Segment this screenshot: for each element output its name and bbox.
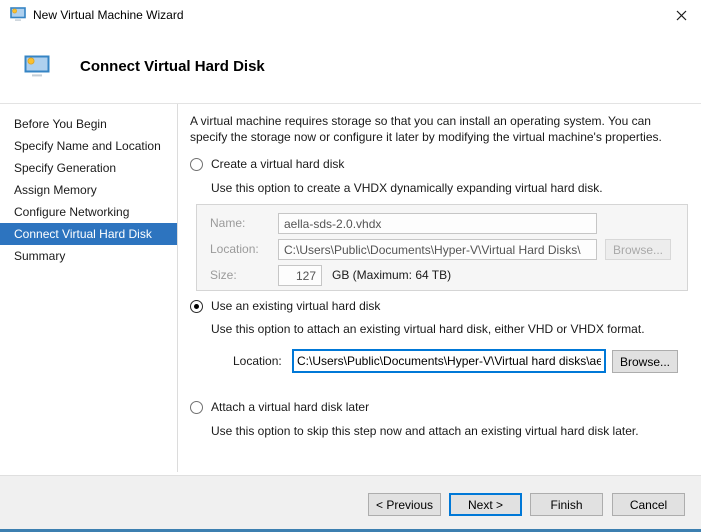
sidebar-item-assign-memory[interactable]: Assign Memory [0, 179, 177, 201]
create-disk-fields-group: Name: Location: Browse... Size: GB (Maxi… [196, 204, 688, 291]
existing-disk-description: Use this option to attach an existing vi… [211, 322, 645, 337]
close-icon [676, 9, 687, 24]
vm-monitor-icon [10, 7, 26, 22]
attach-later-radio[interactable] [190, 401, 203, 414]
existing-disk-option: Use an existing virtual hard disk [190, 299, 380, 313]
size-suffix: GB (Maximum: 64 TB) [332, 268, 451, 282]
wizard-window: New Virtual Machine Wizard Connect Virtu… [0, 0, 701, 532]
location-input [278, 239, 597, 260]
sidebar-item-summary[interactable]: Summary [0, 245, 177, 267]
name-field-row: Name: [197, 213, 687, 234]
attach-later-radio-label[interactable]: Attach a virtual hard disk later [211, 400, 369, 414]
create-disk-description: Use this option to create a VHDX dynamic… [211, 181, 603, 196]
existing-disk-radio[interactable] [190, 300, 203, 313]
intro-text: A virtual machine requires storage so th… [190, 113, 687, 145]
finish-button[interactable]: Finish [530, 493, 603, 516]
create-disk-option: Create a virtual hard disk [190, 157, 344, 171]
titlebar: New Virtual Machine Wizard [0, 0, 701, 30]
size-field-row: Size: GB (Maximum: 64 TB) [197, 265, 687, 286]
page-title: Connect Virtual Hard Disk [80, 58, 265, 75]
previous-button[interactable]: < Previous [368, 493, 441, 516]
location-field-row: Location: Browse... [197, 239, 687, 260]
next-button[interactable]: Next > [449, 493, 522, 516]
sidebar-item-specify-generation[interactable]: Specify Generation [0, 157, 177, 179]
existing-disk-radio-label[interactable]: Use an existing virtual hard disk [211, 299, 380, 313]
size-label: Size: [210, 268, 237, 282]
browse-button[interactable]: Browse... [612, 350, 678, 373]
sidebar-item-specify-name-and-location[interactable]: Specify Name and Location [0, 135, 177, 157]
browse-button-disabled: Browse... [605, 239, 671, 260]
attach-later-option: Attach a virtual hard disk later [190, 400, 369, 414]
wizard-page-icon [24, 55, 50, 78]
create-disk-radio-label[interactable]: Create a virtual hard disk [211, 157, 344, 171]
existing-location-label: Location: [233, 354, 282, 368]
window-title: New Virtual Machine Wizard [33, 8, 184, 22]
footer-button-bar: < Previous Next > Finish Cancel [0, 476, 701, 529]
location-label: Location: [210, 242, 259, 256]
existing-location-input[interactable] [292, 349, 606, 373]
page-content: A virtual machine requires storage so th… [190, 104, 692, 472]
sidebar-item-connect-virtual-hard-disk[interactable]: Connect Virtual Hard Disk [0, 223, 177, 245]
sidebar-item-configure-networking[interactable]: Configure Networking [0, 201, 177, 223]
close-button[interactable] [669, 5, 693, 27]
name-label: Name: [210, 216, 245, 230]
cancel-button[interactable]: Cancel [612, 493, 685, 516]
attach-later-description: Use this option to skip this step now an… [211, 424, 639, 439]
name-input [278, 213, 597, 234]
sidebar-item-before-you-begin[interactable]: Before You Begin [0, 113, 177, 135]
sidebar: Before You Begin Specify Name and Locati… [0, 104, 178, 472]
size-input [278, 265, 322, 286]
create-disk-radio[interactable] [190, 158, 203, 171]
